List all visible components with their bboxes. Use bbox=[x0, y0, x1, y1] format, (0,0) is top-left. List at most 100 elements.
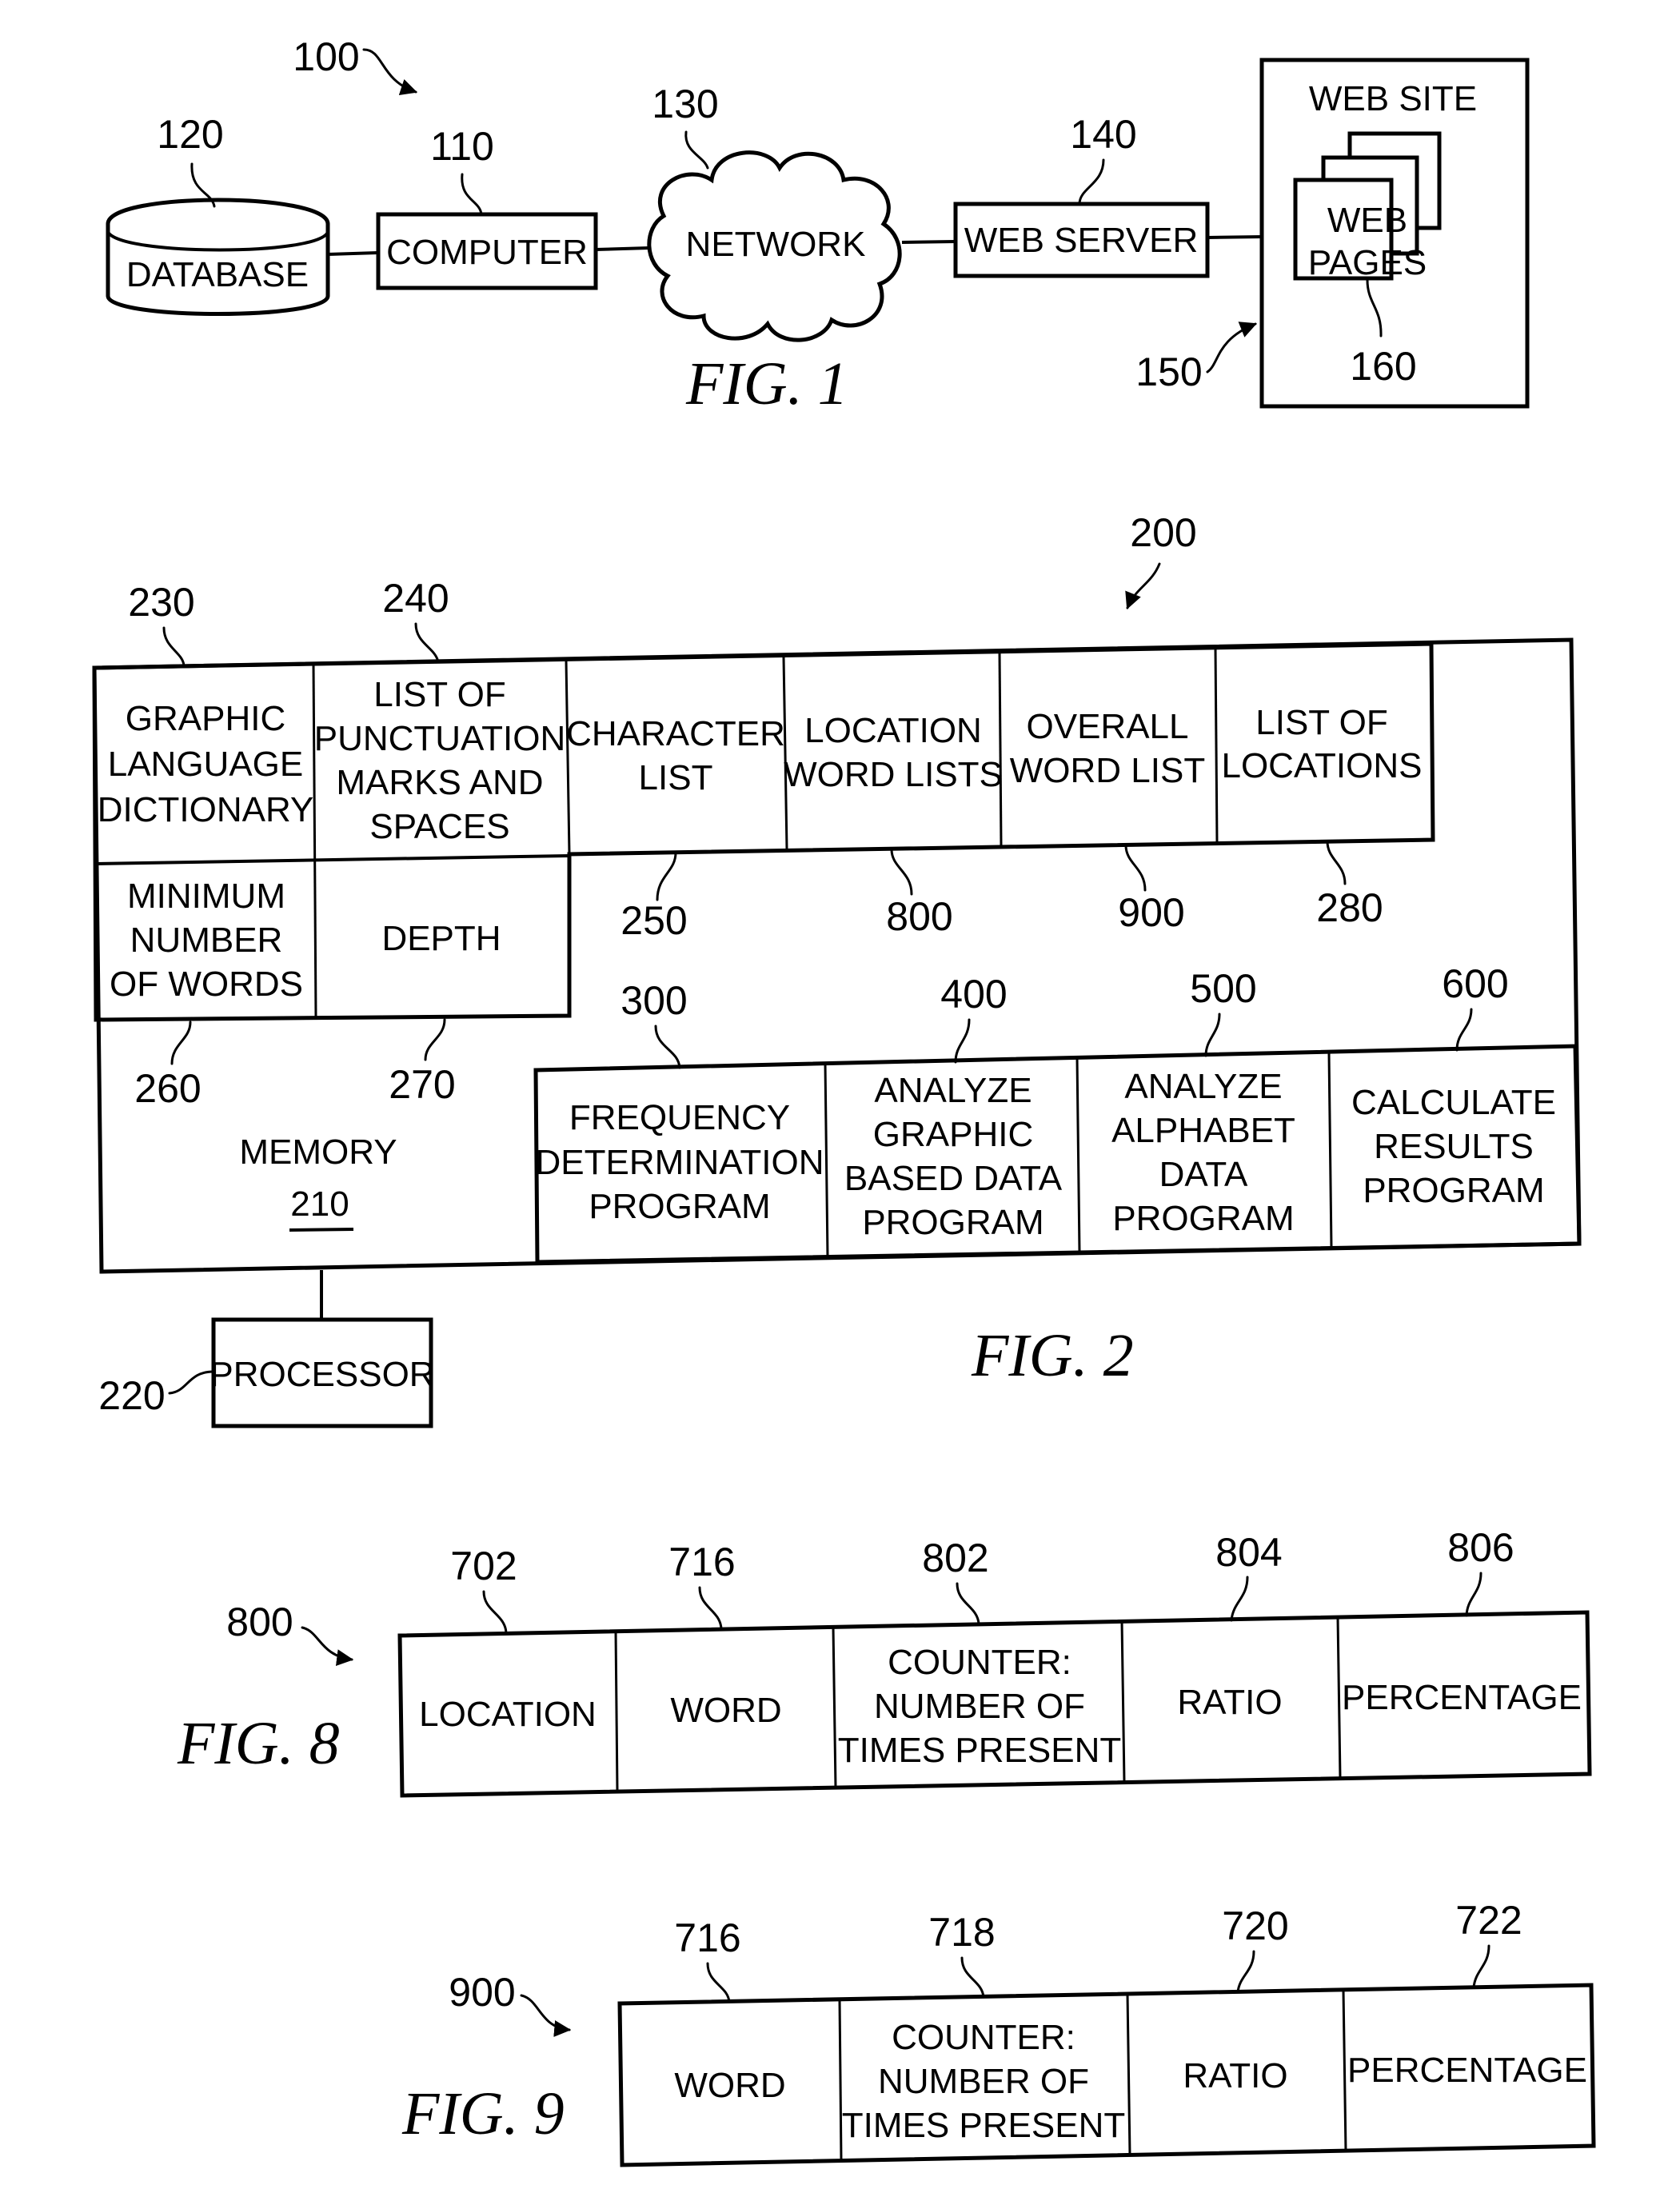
ref-250: 250 bbox=[621, 898, 687, 943]
ref-150: 150 bbox=[1135, 350, 1202, 394]
svg-text:NUMBER: NUMBER bbox=[130, 921, 283, 960]
cell-minimum-number-of-words: MINIMUM NUMBER OF WORDS bbox=[110, 877, 303, 1004]
ref-720: 720 bbox=[1222, 1903, 1288, 1948]
svg-text:PROGRAM: PROGRAM bbox=[862, 1203, 1044, 1242]
computer-label: COMPUTER bbox=[386, 233, 588, 272]
svg-text:PROGRAM: PROGRAM bbox=[589, 1187, 770, 1226]
svg-text:GRAPHIC: GRAPHIC bbox=[126, 699, 285, 738]
leader-718 bbox=[960, 1956, 985, 1999]
fig9: 900 FIG. 9 WORD COUNTER: NUMBER OF TIMES… bbox=[401, 1898, 1596, 2167]
svg-text:FREQUENCY: FREQUENCY bbox=[569, 1098, 790, 1137]
ref-804: 804 bbox=[1215, 1530, 1282, 1575]
svg-text:WORD LIST: WORD LIST bbox=[1010, 751, 1205, 790]
leader-720 bbox=[1236, 1950, 1255, 1994]
ref-arrow-900 bbox=[520, 1994, 572, 2037]
svg-text:DATA: DATA bbox=[1159, 1155, 1248, 1194]
ref-600: 600 bbox=[1442, 961, 1508, 1006]
svg-text:SPACES: SPACES bbox=[369, 807, 509, 846]
ref-806: 806 bbox=[1447, 1525, 1514, 1570]
memory-label: MEMORY bbox=[239, 1132, 397, 1172]
svg-text:CALCULATE: CALCULATE bbox=[1351, 1083, 1556, 1122]
leader-802 bbox=[956, 1582, 980, 1625]
fig1-caption: FIG. 1 bbox=[685, 350, 848, 417]
svg-text:LOCATION: LOCATION bbox=[804, 711, 982, 750]
ref-100: 100 bbox=[293, 34, 359, 79]
link-computer-network bbox=[595, 246, 650, 251]
memory-ref-underline bbox=[289, 1228, 354, 1232]
ref-500: 500 bbox=[1190, 966, 1256, 1011]
svg-text:BASED DATA: BASED DATA bbox=[844, 1159, 1063, 1198]
leader-702 bbox=[482, 1590, 508, 1635]
svg-text:LIST OF: LIST OF bbox=[1255, 703, 1387, 742]
ref-240: 240 bbox=[382, 576, 449, 621]
ref-230: 230 bbox=[128, 580, 194, 625]
web-site-label: WEB SITE bbox=[1309, 79, 1477, 118]
leader-804 bbox=[1230, 1576, 1249, 1622]
fig9-cell-percentage: PERCENTAGE bbox=[1347, 2051, 1587, 2090]
fig8-cell-location: LOCATION bbox=[419, 1695, 597, 1734]
ref-722: 722 bbox=[1455, 1898, 1522, 1943]
svg-text:NUMBER OF: NUMBER OF bbox=[878, 2062, 1089, 2101]
ref-120: 120 bbox=[157, 112, 223, 157]
svg-text:PROGRAM: PROGRAM bbox=[1363, 1171, 1544, 1210]
cell-calculate-results-program: CALCULATE RESULTS PROGRAM bbox=[1351, 1083, 1556, 1210]
database-label: DATABASE bbox=[126, 255, 309, 294]
patent-drawing-sheet: 100 DATABASE 120 COMPUTER 110 NETWORK 13… bbox=[92, 34, 1596, 2167]
processor-label: PROCESSOR bbox=[210, 1355, 434, 1394]
ref-arrow-800 bbox=[301, 1626, 354, 1667]
web-pages-label-line2: PAGES bbox=[1308, 243, 1427, 282]
svg-text:OVERALL: OVERALL bbox=[1027, 707, 1189, 746]
ref-300: 300 bbox=[621, 978, 687, 1023]
svg-text:DEPTH: DEPTH bbox=[381, 919, 501, 958]
svg-text:COUNTER:: COUNTER: bbox=[888, 1643, 1071, 1682]
svg-text:ALPHABET: ALPHABET bbox=[1111, 1111, 1295, 1150]
svg-text:TIMES PRESENT: TIMES PRESENT bbox=[842, 2106, 1126, 2145]
link-db-computer bbox=[327, 251, 379, 256]
database-cylinder: DATABASE bbox=[106, 198, 330, 316]
svg-text:GRAPHIC: GRAPHIC bbox=[873, 1115, 1033, 1154]
leader-110 bbox=[461, 173, 483, 216]
network-label: NETWORK bbox=[686, 225, 866, 264]
fig9-cell-word: WORD bbox=[674, 2066, 785, 2105]
ref-140: 140 bbox=[1070, 112, 1136, 157]
leader-220 bbox=[168, 1370, 215, 1395]
cell-depth: DEPTH bbox=[381, 919, 501, 958]
ref-130: 130 bbox=[652, 82, 718, 126]
ref-110: 110 bbox=[430, 124, 494, 169]
svg-text:DETERMINATION: DETERMINATION bbox=[536, 1143, 824, 1182]
fig9-caption: FIG. 9 bbox=[401, 2080, 565, 2147]
ref-900-fig9: 900 bbox=[449, 1970, 515, 2015]
memory-ref: 210 bbox=[290, 1184, 349, 1224]
ref-270: 270 bbox=[389, 1062, 455, 1107]
svg-text:MINIMUM: MINIMUM bbox=[127, 877, 285, 916]
leader-716-fig9 bbox=[706, 1962, 731, 2003]
svg-text:MARKS AND: MARKS AND bbox=[336, 763, 543, 802]
svg-text:OF WORDS: OF WORDS bbox=[110, 965, 303, 1004]
svg-text:PROGRAM: PROGRAM bbox=[1112, 1199, 1294, 1238]
link-webserver-website bbox=[1207, 235, 1264, 239]
fig8-cell-ratio: RATIO bbox=[1177, 1683, 1282, 1722]
fig2: 200 GRAPHIC LANGUAGE DICTIONARY LIST OF … bbox=[92, 510, 1582, 1428]
ref-702: 702 bbox=[450, 1544, 517, 1588]
svg-text:WORD LISTS: WORD LISTS bbox=[784, 755, 1003, 794]
svg-text:LOCATIONS: LOCATIONS bbox=[1221, 746, 1422, 785]
web-server-label: WEB SERVER bbox=[964, 221, 1199, 260]
svg-text:CHARACTER: CHARACTER bbox=[566, 714, 785, 753]
fig8-caption: FIG. 8 bbox=[177, 1710, 340, 1777]
svg-text:RESULTS: RESULTS bbox=[1374, 1127, 1534, 1166]
svg-text:LIST: LIST bbox=[639, 758, 713, 797]
ref-900: 900 bbox=[1118, 890, 1184, 935]
ref-160: 160 bbox=[1350, 344, 1416, 389]
svg-text:ANALYZE: ANALYZE bbox=[1124, 1067, 1282, 1106]
svg-text:PUNCTUATION: PUNCTUATION bbox=[314, 719, 566, 758]
ref-802: 802 bbox=[922, 1536, 988, 1580]
ref-arrow-100 bbox=[362, 48, 417, 95]
leader-806 bbox=[1465, 1572, 1482, 1617]
fig8-cell-word: WORD bbox=[670, 1691, 781, 1730]
fig9-cell-ratio: RATIO bbox=[1183, 2056, 1287, 2095]
ref-800-fig8: 800 bbox=[226, 1600, 293, 1644]
ref-260: 260 bbox=[134, 1066, 201, 1111]
fig8: 800 FIG. 8 LOCATION WORD COUNTER: NUMBER… bbox=[177, 1525, 1592, 1798]
leader-716-fig8 bbox=[698, 1586, 723, 1630]
svg-text:ANALYZE: ANALYZE bbox=[874, 1071, 1032, 1110]
